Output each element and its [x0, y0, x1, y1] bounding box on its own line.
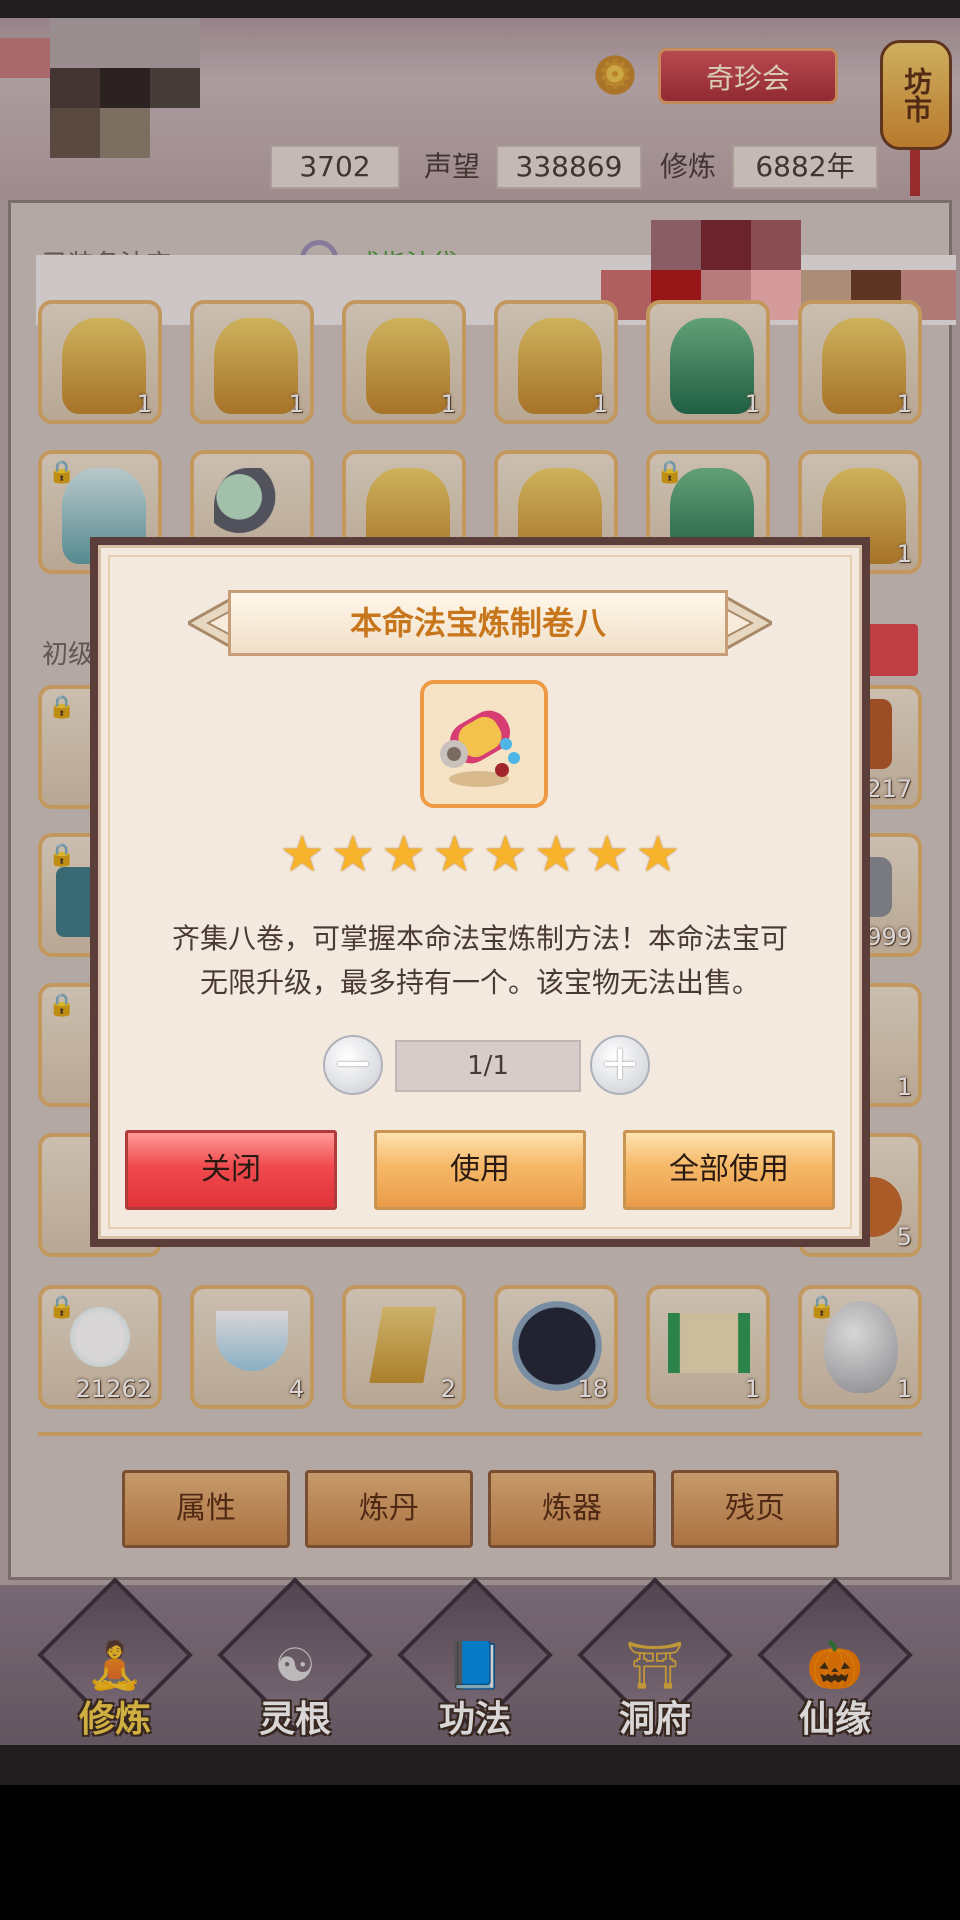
banner-right-ornament	[722, 595, 772, 651]
quantity-minus-button[interactable]: −	[323, 1035, 383, 1095]
top-bar: ⚙ 奇珍会 坊市 3702 声望 338869 修炼 6882年	[0, 0, 960, 200]
tab-attributes[interactable]: 属性	[122, 1470, 290, 1548]
nav-fate[interactable]: 🎃 仙缘	[757, 1577, 913, 1750]
settings-gear-icon[interactable]: ⚙	[590, 50, 640, 100]
scroll-item-icon	[440, 710, 520, 787]
star-icon: ★	[584, 825, 630, 883]
golden-armor-icon	[822, 318, 906, 414]
lock-icon: 🔒	[808, 1295, 836, 1320]
golden-armor-icon	[518, 318, 602, 414]
equipped-slot[interactable]: 1	[190, 300, 314, 424]
nav-label: 灵根	[258, 1699, 331, 1740]
equipped-slot[interactable]: 1	[646, 300, 770, 424]
scroll-paper-icon	[369, 1307, 437, 1383]
use-button[interactable]: 使用	[374, 1130, 586, 1210]
slot-count: 1	[896, 390, 912, 418]
golden-armor-icon	[366, 318, 450, 414]
star-rating: ★ ★ ★ ★ ★ ★ ★ ★	[98, 827, 862, 881]
use-all-button[interactable]: 全部使用	[623, 1130, 835, 1210]
item-description: 齐集八卷，可掌握本命法宝炼制方法！本命法宝可 无限升级，最多持有一个。该宝物无法…	[128, 917, 832, 1005]
star-icon: ★	[533, 825, 579, 883]
lock-icon: 🔒	[48, 1295, 76, 1320]
nav-cultivate[interactable]: 🧘 修炼	[37, 1577, 193, 1750]
bottom-black-band	[0, 1745, 960, 1785]
nav-skills[interactable]: 📘 功法	[397, 1577, 553, 1750]
slot-count: 18	[577, 1375, 608, 1403]
stat2-value: 338869	[496, 145, 642, 189]
slot-count: 4	[288, 1375, 304, 1403]
golden-armor-icon	[62, 318, 146, 414]
inventory-title: 初级	[42, 640, 95, 670]
green-armor-icon	[670, 318, 754, 414]
slot-count: 1	[592, 390, 608, 418]
slot-count: 1	[744, 1375, 760, 1403]
stat2-label: 声望	[424, 150, 481, 183]
pixelated-avatar	[0, 18, 200, 168]
stat1-value: 3702	[270, 145, 400, 189]
quantity-plus-button[interactable]: +	[590, 1035, 650, 1095]
star-icon: ★	[330, 825, 376, 883]
scroll-icon	[668, 1313, 750, 1373]
slot-count: 217	[866, 775, 912, 803]
dialog-title: 本命法宝炼制卷八	[228, 590, 728, 656]
inventory-slot[interactable]: 4	[190, 1285, 314, 1409]
slot-count: 1	[744, 390, 760, 418]
lock-icon: 🔒	[48, 843, 76, 868]
nav-spirit-root[interactable]: ☯ 灵根	[217, 1577, 373, 1750]
nav-label: 功法	[438, 1699, 511, 1740]
star-icon: ★	[279, 825, 325, 883]
inventory-slot[interactable]: 2	[342, 1285, 466, 1409]
dialog-inner-border	[108, 555, 852, 1229]
nav-label: 修炼	[78, 1699, 151, 1740]
quantity-field[interactable]: 1/1	[395, 1040, 581, 1092]
lock-icon: 🔒	[48, 993, 76, 1018]
status-strip	[0, 0, 960, 18]
inventory-slot[interactable]: 🔒 21262	[38, 1285, 162, 1409]
tab-fragments[interactable]: 残页	[671, 1470, 839, 1548]
description-line-1: 齐集八卷，可掌握本命法宝炼制方法！本命法宝可	[171, 922, 788, 955]
qizhenhui-button[interactable]: 奇珍会	[658, 48, 838, 104]
nav-label: 洞府	[618, 1699, 691, 1740]
equipped-slot[interactable]: 1	[38, 300, 162, 424]
slot-count: 1	[288, 390, 304, 418]
slot-count: 1	[440, 390, 456, 418]
slot-count: 1	[896, 540, 912, 568]
stat3-value: 6882年	[732, 145, 878, 189]
tea-cup-icon	[216, 1311, 288, 1371]
star-icon: ★	[432, 825, 477, 883]
slot-count: 1	[896, 1073, 912, 1101]
snowman-icon	[70, 1307, 130, 1367]
golden-armor-icon	[214, 318, 298, 414]
inventory-slot[interactable]: 18	[494, 1285, 618, 1409]
lock-icon: 🔒	[48, 695, 76, 720]
equipped-slot[interactable]: 1	[342, 300, 466, 424]
next-row-peek	[38, 1432, 922, 1448]
star-icon: ★	[635, 825, 681, 883]
nav-label: 仙缘	[798, 1699, 871, 1740]
close-button[interactable]: 关闭	[125, 1130, 337, 1210]
stat3-label: 修炼	[660, 150, 717, 183]
slot-count: 5	[896, 1223, 912, 1251]
item-detail-dialog: 本命法宝炼制卷八 ★ ★ ★ ★ ★ ★ ★ ★ 齐集八卷，可掌握本命法宝炼制方法！本命法宝可…	[90, 537, 870, 1247]
equipped-slot[interactable]: 1	[494, 300, 618, 424]
item-icon-frame	[420, 680, 548, 808]
fangshi-lantern-button[interactable]: 坊市	[880, 40, 952, 150]
lantern-tassel	[910, 150, 920, 196]
description-line-2: 无限升级，最多持有一个。该宝物无法出售。	[199, 966, 760, 999]
inventory-slot[interactable]: 🔒 1	[798, 1285, 922, 1409]
tab-alchemy[interactable]: 炼丹	[305, 1470, 473, 1548]
slot-count: 999	[866, 923, 912, 951]
star-icon: ★	[381, 825, 427, 883]
nav-cave[interactable]: ⛩ 洞府	[577, 1577, 733, 1750]
slot-count: 1	[136, 390, 152, 418]
slot-count: 21262	[75, 1375, 152, 1403]
slot-count: 1	[896, 1375, 912, 1403]
game-screen: ⚙ 奇珍会 坊市 3702 声望 338869 修炼 6882年 已装备法宝 戒…	[0, 0, 960, 1785]
egg-icon	[824, 1301, 898, 1393]
star-icon: ★	[483, 825, 528, 883]
tab-refining[interactable]: 炼器	[488, 1470, 656, 1548]
slot-count: 2	[440, 1375, 456, 1403]
inventory-slot[interactable]: 1	[646, 1285, 770, 1409]
equipped-slot[interactable]: 1	[798, 300, 922, 424]
